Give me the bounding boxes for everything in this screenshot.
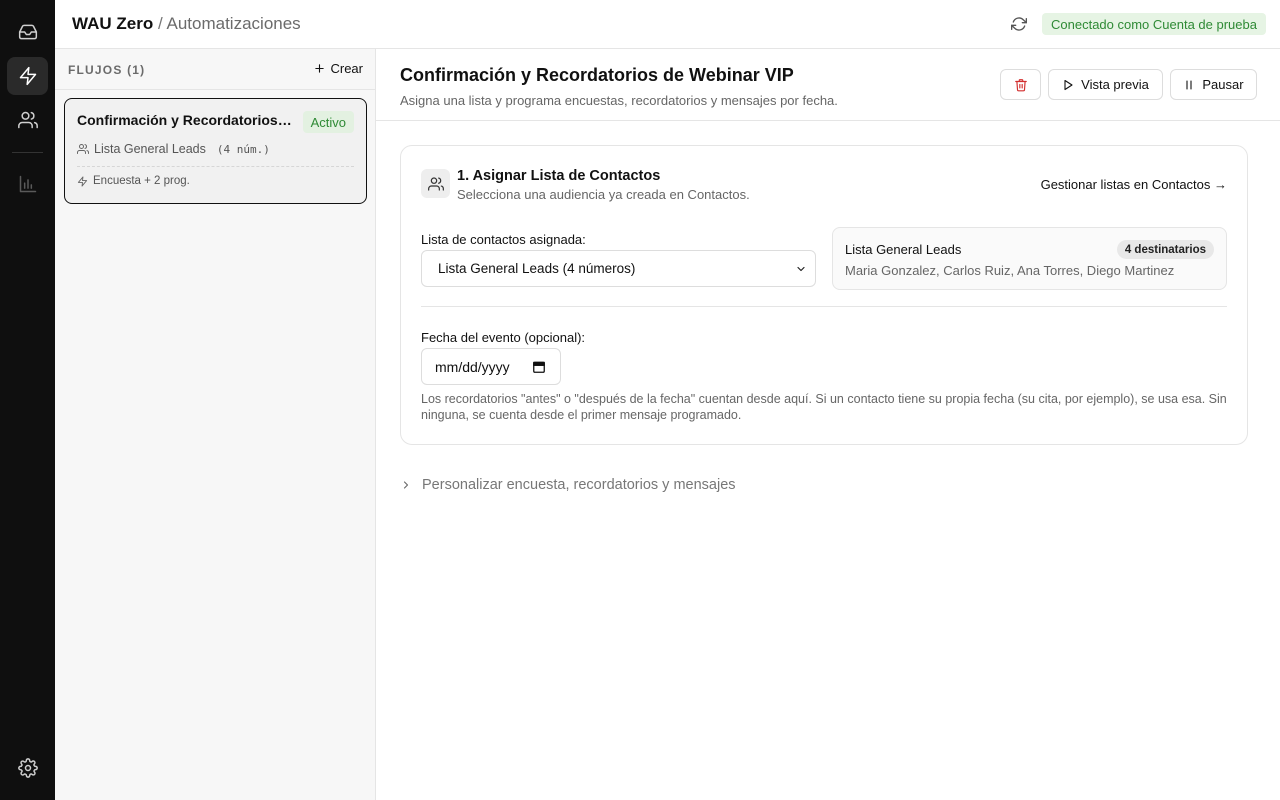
main-content: Confirmación y Recordatorios de Webinar …: [376, 49, 1280, 800]
breadcrumb: WAU Zero / Automatizaciones: [72, 14, 301, 34]
breadcrumb-section: Automatizaciones: [166, 14, 301, 33]
pause-button[interactable]: Pausar: [1170, 69, 1257, 100]
list-summary-members: Maria Gonzalez, Carlos Ruiz, Ana Torres,…: [845, 263, 1175, 278]
flow-list-name: Lista General Leads: [94, 142, 206, 156]
event-date-help: Los recordatorios "antes" o "después de …: [421, 392, 1227, 422]
flow-list-count: (4 núm.): [216, 142, 270, 156]
rail-inbox-button[interactable]: [7, 13, 48, 51]
contact-list-select[interactable]: Lista General Leads (4 números): [421, 250, 816, 287]
left-rail: [0, 0, 55, 800]
customize-label: Personalizar encuesta, recordatorios y m…: [422, 477, 736, 493]
app-name[interactable]: WAU Zero: [72, 14, 153, 33]
flow-meta-text: Encuesta + 2 prog.: [93, 175, 190, 187]
recipients-badge: 4 destinatarios: [1116, 240, 1214, 259]
flow-title: Confirmación y Recordatorios de Webinar …: [77, 112, 295, 128]
trash-icon: [1014, 78, 1027, 91]
customize-expander[interactable]: Personalizar encuesta, recordatorios y m…: [400, 477, 736, 493]
gear-icon: [17, 758, 38, 778]
rail-contacts-button[interactable]: [7, 101, 48, 139]
chevron-right-icon: [403, 481, 409, 489]
flows-panel: FLUJOS (1) Crear Confirmación y Recordat…: [55, 49, 376, 800]
flow-list-item[interactable]: Confirmación y Recordatorios de Webinar …: [64, 98, 367, 204]
play-icon: [1064, 79, 1073, 90]
users-icon: [17, 111, 38, 129]
flow-list-info: Lista General Leads (4 núm.): [77, 142, 270, 156]
assign-list-card: 1. Asignar Lista de Contactos Selecciona…: [400, 145, 1248, 445]
pause-icon: [1186, 79, 1192, 90]
flows-panel-header: FLUJOS (1) Crear: [55, 49, 375, 90]
refresh-icon: [1011, 17, 1027, 31]
rail-divider: [12, 152, 43, 153]
list-summary-name: Lista General Leads: [845, 242, 962, 257]
create-flow-label: Crear: [330, 61, 363, 76]
assign-card-subtitle: Selecciona una audiencia ya creada en Co…: [457, 187, 750, 202]
card-divider: [421, 306, 1227, 307]
flows-title: FLUJOS (1): [68, 63, 146, 77]
refresh-button[interactable]: [1009, 14, 1029, 34]
calendar-icon: [533, 361, 545, 373]
bar-chart-icon: [19, 175, 36, 193]
preview-label: Vista previa: [1081, 77, 1149, 92]
pause-label: Pausar: [1202, 77, 1244, 92]
assign-card-title: 1. Asignar Lista de Contactos: [457, 168, 661, 184]
event-date-input[interactable]: mm/dd/yyyy: [421, 348, 561, 385]
rail-settings-button[interactable]: [7, 749, 48, 787]
contact-list-selected: Lista General Leads (4 números): [438, 261, 636, 276]
list-summary-box: Lista General Leads 4 destinatarios Mari…: [832, 227, 1227, 290]
flow-meta: Encuesta + 2 prog.: [77, 175, 190, 187]
top-header: WAU Zero / Automatizaciones Conectado co…: [55, 0, 1280, 49]
event-date-placeholder: mm/dd/yyyy: [435, 358, 510, 375]
connection-status-badge: Conectado como Cuenta de prueba: [1042, 13, 1266, 35]
page-title: Confirmación y Recordatorios de Webinar …: [400, 65, 794, 85]
card-icon-wrap: [421, 169, 450, 198]
plus-icon: [315, 64, 325, 73]
contact-list-label: Lista de contactos asignada:: [421, 232, 586, 247]
page-subtitle: Asigna una lista y programa encuestas, r…: [400, 93, 838, 108]
rail-analytics-button[interactable]: [7, 165, 48, 203]
preview-button[interactable]: Vista previa: [1048, 69, 1163, 100]
create-flow-button[interactable]: Crear: [314, 61, 363, 76]
flow-status-badge: Activo: [302, 111, 354, 133]
chevron-down-icon: [797, 266, 805, 272]
lightning-icon: [19, 66, 36, 86]
event-date-label: Fecha del evento (opcional):: [421, 330, 586, 345]
breadcrumb-separator: /: [157, 14, 163, 33]
manage-lists-link[interactable]: Gestionar listas en Contactos →: [1041, 177, 1227, 192]
main-header: Confirmación y Recordatorios de Webinar …: [376, 49, 1280, 121]
inbox-icon: [18, 24, 37, 40]
users-icon: [427, 176, 444, 191]
rail-automations-button[interactable]: [7, 57, 48, 95]
lightning-icon: [77, 175, 88, 187]
delete-button[interactable]: [1000, 69, 1041, 100]
flow-card-divider: [77, 166, 354, 167]
users-icon: [77, 144, 89, 154]
